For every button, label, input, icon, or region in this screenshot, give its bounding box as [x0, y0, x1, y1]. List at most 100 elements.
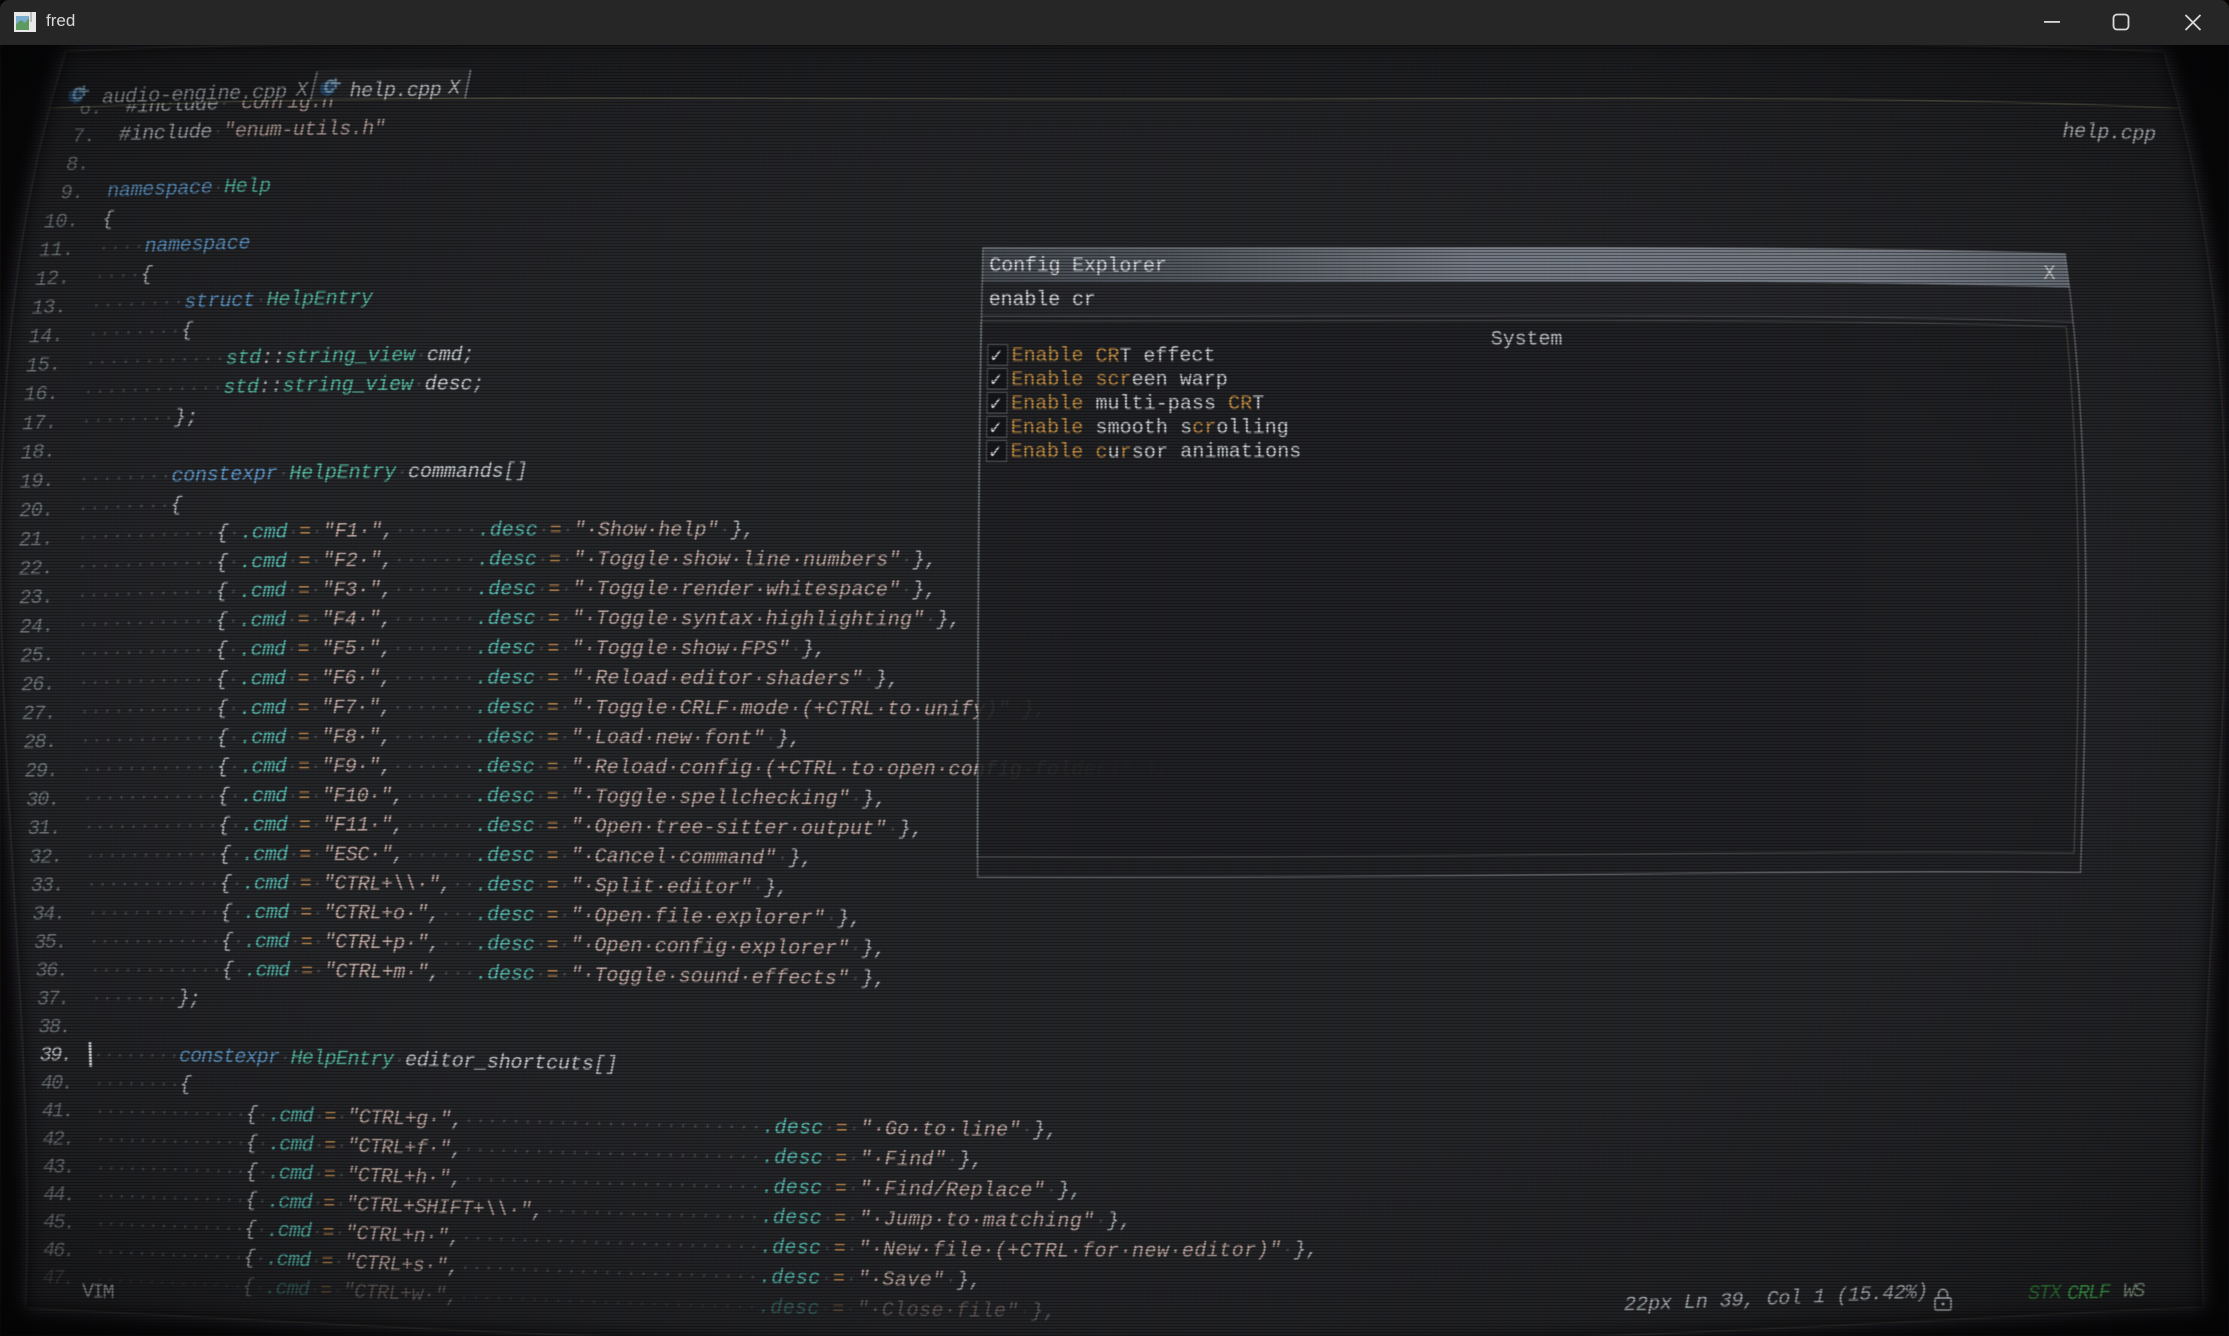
svg-text:,: ,: [451, 1139, 463, 1162]
svg-text:"·Show·help": "·Show·help": [574, 519, 719, 542]
svg-text:"·Toggle·CRLF·mode·(+CTRL·to·u: "·Toggle·CRLF·mode·(+CTRL·to·unify)": [571, 697, 1010, 722]
svg-text:47.: 47.: [43, 1267, 75, 1291]
svg-text:"enum-utils.h": "enum-utils.h": [223, 118, 385, 144]
svg-text:30.: 30.: [26, 789, 60, 813]
svg-text:Enable: Enable: [1011, 417, 1096, 440]
svg-text:"F5·": "F5·": [321, 638, 380, 661]
svg-text:·: ·: [849, 968, 861, 991]
svg-text:18.: 18.: [21, 441, 56, 465]
svg-text:·: ·: [336, 1106, 348, 1129]
svg-text:enable cr: enable cr: [989, 289, 1096, 312]
svg-text:"F6·": "F6·": [321, 668, 380, 691]
svg-text:"·Toggle·show·FPS": "·Toggle·show·FPS": [572, 638, 790, 662]
svg-text:=: =: [835, 1178, 847, 1201]
svg-text:{: {: [141, 264, 154, 287]
svg-text:46.: 46.: [43, 1239, 75, 1263]
svg-text:·: ·: [231, 873, 243, 896]
svg-text:namespace: namespace: [145, 233, 251, 259]
svg-text:13.: 13.: [32, 296, 67, 320]
svg-text:·: ·: [777, 848, 789, 871]
svg-text:"·Load·new·font": "·Load·new·font": [571, 727, 765, 751]
svg-text:············: ············: [78, 669, 216, 695]
svg-text:·: ·: [863, 669, 875, 692]
svg-text:=: =: [298, 727, 310, 750]
svg-text:············: ············: [77, 611, 216, 638]
svg-text:38.: 38.: [38, 1016, 71, 1039]
svg-text:smooth s: smooth s: [1096, 417, 1193, 440]
svg-text:help.cpp: help.cpp: [2063, 121, 2157, 147]
svg-text:·: ·: [901, 550, 913, 573]
svg-text:·: ·: [560, 638, 572, 661]
svg-text:{: {: [102, 209, 115, 232]
svg-text:··············: ··············: [94, 1101, 247, 1127]
svg-text:·: ·: [535, 964, 547, 987]
svg-text:21.: 21.: [19, 528, 54, 552]
svg-text:},: },: [956, 1270, 982, 1293]
svg-text:·: ·: [559, 846, 571, 869]
svg-text:=: =: [299, 844, 311, 867]
svg-text:············: ············: [82, 786, 219, 811]
svg-text:"·Close·file": "·Close·file": [857, 1299, 1019, 1324]
svg-text:},: },: [861, 938, 886, 961]
svg-text:10.: 10.: [44, 210, 79, 234]
svg-text:·: ·: [559, 668, 571, 691]
svg-text:16.: 16.: [24, 383, 59, 407]
svg-text:=: =: [547, 964, 559, 987]
svg-text:=: =: [548, 608, 560, 631]
svg-text:Enable s: Enable s: [1011, 369, 1107, 392]
svg-text:·: ·: [825, 908, 837, 931]
svg-text:constexpr: constexpr: [172, 463, 278, 488]
svg-text:},: },: [912, 579, 937, 602]
svg-text:WS: WS: [2123, 1281, 2145, 1305]
svg-text:·: ·: [336, 1135, 348, 1158]
svg-text:44.: 44.: [43, 1184, 76, 1208]
svg-text:.desc: .desc: [762, 1147, 823, 1171]
svg-text:25.: 25.: [20, 645, 55, 669]
svg-text:X: X: [447, 78, 461, 101]
svg-text:·: ·: [559, 875, 571, 898]
svg-text:·: ·: [1021, 1120, 1033, 1143]
svg-text:=: =: [298, 639, 310, 662]
svg-text:············: ············: [85, 348, 226, 375]
svg-text:.cmd: .cmd: [243, 902, 289, 925]
svg-text:},: },: [1032, 1120, 1057, 1143]
svg-text:"·Cancel·command": "·Cancel·command": [571, 846, 777, 871]
svg-text:29.: 29.: [25, 760, 59, 784]
svg-text:Config Explorer: Config Explorer: [989, 255, 1167, 278]
svg-text:=: =: [323, 1193, 335, 1216]
svg-text:·: ·: [332, 1281, 344, 1304]
svg-text:=: =: [301, 960, 313, 983]
svg-text:.desc: .desc: [475, 697, 535, 720]
svg-text:41.: 41.: [42, 1101, 75, 1124]
svg-text:,: ,: [440, 874, 452, 897]
svg-text:=: =: [299, 815, 311, 838]
svg-text:,: ,: [380, 697, 392, 720]
svg-text:·: ·: [333, 1252, 345, 1275]
svg-text:·: ·: [311, 815, 323, 838]
svg-text:·: ·: [228, 698, 240, 721]
svg-text:=: =: [547, 756, 559, 779]
svg-text:System: System: [1491, 328, 1563, 351]
svg-text:45.: 45.: [43, 1212, 75, 1236]
svg-text:·······: ·······: [393, 579, 477, 602]
svg-text:cmd: cmd: [427, 344, 463, 367]
svg-text:·: ·: [535, 875, 547, 898]
svg-text:multi-pass: multi-pass: [1096, 393, 1229, 416]
svg-text:.desc: .desc: [758, 1297, 819, 1321]
svg-text:··: ··: [452, 874, 476, 897]
svg-text:·: ·: [288, 873, 300, 896]
svg-text:"·Toggle·render·whitespace": "·Toggle·render·whitespace": [572, 579, 900, 603]
svg-text:{: {: [181, 320, 194, 343]
svg-text:=: =: [299, 521, 311, 544]
svg-text:.cmd: .cmd: [268, 1133, 314, 1157]
svg-text:.desc: .desc: [762, 1117, 823, 1141]
svg-text:26.: 26.: [21, 673, 56, 697]
svg-text:"F2·": "F2·": [322, 550, 382, 574]
svg-text:.cmd: .cmd: [239, 639, 286, 663]
svg-text:·: ·: [559, 757, 571, 780]
svg-text:},: },: [936, 609, 961, 632]
svg-text:=: =: [298, 580, 310, 603]
svg-text:·: ·: [559, 935, 571, 958]
svg-text:,: ,: [380, 609, 392, 632]
svg-text:·: ·: [286, 697, 298, 720]
